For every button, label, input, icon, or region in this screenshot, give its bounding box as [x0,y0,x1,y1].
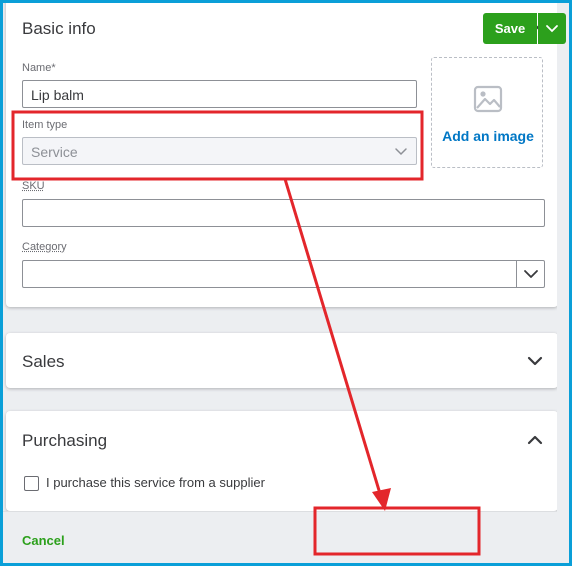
sku-label: SKU [22,180,45,192]
purchasing-section: Purchasing I purchase this service from … [6,411,557,511]
add-image-dropzone[interactable]: Add an image [431,57,543,168]
chevron-down-icon [394,144,408,161]
category-combobox[interactable] [22,260,545,288]
supplier-checkbox-label[interactable]: I purchase this service from a supplier [46,475,265,490]
purchasing-title: Purchasing [22,431,108,450]
save-options-button[interactable] [538,13,566,44]
item-type-select[interactable]: Service [22,137,417,165]
name-value: Lip balm [31,87,84,103]
category-label: Category [22,241,67,253]
basic-info-title: Basic info [22,19,96,38]
chevron-down-icon[interactable] [524,350,546,372]
image-placeholder-icon [473,85,503,118]
item-type-label: Item type [22,119,68,131]
add-image-link[interactable]: Add an image [432,128,544,144]
supplier-checkbox[interactable] [24,476,39,491]
chevron-up-icon[interactable] [524,429,546,451]
sales-section[interactable]: Sales [6,333,557,388]
sku-input[interactable] [22,199,545,227]
save-button[interactable]: Save [483,13,537,44]
product-form-panel: Basic info Name* Lip balm Item type Serv… [3,3,557,559]
item-type-value: Service [31,144,78,160]
form-footer: Cancel [3,511,557,559]
name-input[interactable]: Lip balm [22,80,417,108]
cancel-button[interactable]: Cancel [22,533,65,548]
name-label: Name* [22,62,56,74]
sales-title: Sales [22,352,65,371]
basic-info-section: Basic info Name* Lip balm Item type Serv… [6,3,557,307]
category-dropdown-button[interactable] [516,261,544,287]
